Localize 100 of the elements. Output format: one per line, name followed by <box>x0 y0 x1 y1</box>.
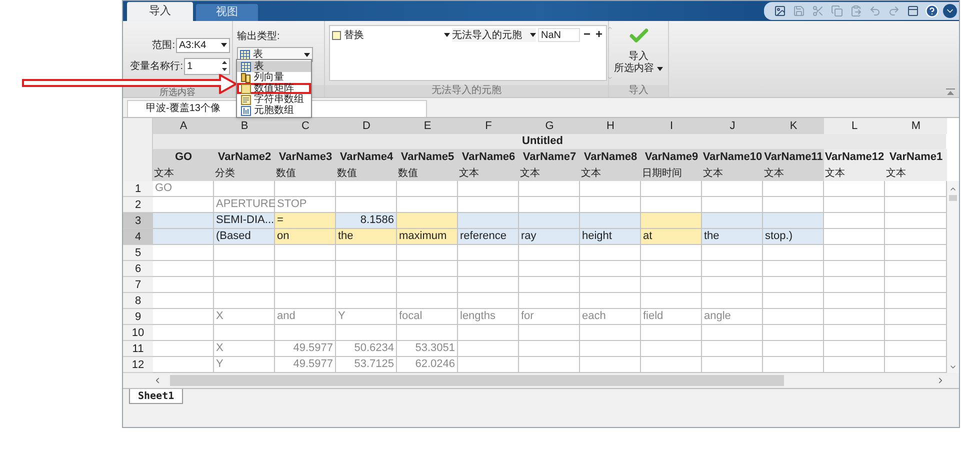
row-number[interactable]: 1 <box>123 181 153 197</box>
column-type-dropdown[interactable]: 分类 <box>214 166 275 181</box>
row-number[interactable]: 5 <box>123 245 153 261</box>
column-type-dropdown[interactable]: 文本 <box>580 166 641 181</box>
help-icon[interactable] <box>924 4 939 18</box>
table-cell <box>458 293 519 309</box>
column-type-dropdown[interactable]: 文本 <box>885 166 947 181</box>
variable-name[interactable]: GO <box>153 149 214 166</box>
sheet-tab[interactable]: Sheet1 <box>129 389 184 404</box>
column-letter[interactable]: H <box>580 118 641 134</box>
scroll-down-icon[interactable] <box>949 363 957 371</box>
row-number[interactable]: 6 <box>123 261 153 277</box>
variable-name[interactable]: VarName3 <box>275 149 336 166</box>
column-letter[interactable]: D <box>336 118 397 134</box>
variable-name[interactable]: VarName2 <box>214 149 275 166</box>
replacement-field[interactable]: NaN <box>538 28 580 42</box>
table-cell: X <box>214 309 275 325</box>
column-type-dropdown[interactable]: 文本 <box>519 166 580 181</box>
scroll-up-icon[interactable] <box>949 185 957 193</box>
menu-item[interactable]: 表 <box>237 61 311 72</box>
scroll-thumb[interactable] <box>949 195 957 201</box>
vertical-scrollbar[interactable] <box>947 181 959 373</box>
row-number[interactable]: 3 <box>123 213 153 229</box>
row-number[interactable]: 2 <box>123 197 153 213</box>
row-number[interactable]: 8 <box>123 293 153 309</box>
target-dropdown[interactable]: 无法导入的元胞 <box>452 28 536 42</box>
column-letter[interactable]: I <box>641 118 702 134</box>
ribbon-tab[interactable]: 导入 <box>127 2 193 21</box>
table-cell: height <box>580 229 641 245</box>
collapse-ribbon-icon[interactable] <box>946 88 955 96</box>
column-letter[interactable]: C <box>275 118 336 134</box>
table-cell <box>275 325 336 341</box>
menu-item[interactable]: 数值矩阵 <box>237 83 311 94</box>
toolbar-icon[interactable] <box>772 4 787 18</box>
menu-item[interactable]: 列向量 <box>237 72 311 83</box>
column-type-dropdown[interactable]: 文本 <box>153 166 214 181</box>
scroll-left-icon[interactable] <box>153 376 162 385</box>
table-cell <box>397 261 458 277</box>
row-number[interactable]: 7 <box>123 277 153 293</box>
column-letter[interactable]: E <box>397 118 458 134</box>
section-label: 所选内容 <box>160 88 196 97</box>
variable-name[interactable]: VarName12 <box>824 149 885 166</box>
table-cell <box>214 293 275 309</box>
ribbon-tab[interactable]: 视图 <box>196 4 258 21</box>
table-cell <box>519 261 580 277</box>
dropdown-icon[interactable] <box>943 4 957 18</box>
column-type-dropdown[interactable]: 日期时间 <box>641 166 702 181</box>
variable-name[interactable]: VarName7 <box>519 149 580 166</box>
column-type-dropdown[interactable]: 文本 <box>458 166 519 181</box>
add-rule-button[interactable]: + <box>594 28 604 40</box>
action-dropdown[interactable]: 替换 <box>332 28 450 42</box>
column-type-dropdown[interactable]: 数值 <box>336 166 397 181</box>
table-cell <box>580 261 641 277</box>
variable-name[interactable]: VarName5 <box>397 149 458 166</box>
horizontal-scrollbar[interactable] <box>123 373 959 388</box>
remove-rule-button[interactable]: − <box>582 28 592 40</box>
table-cell <box>885 261 947 277</box>
column-letter[interactable]: L <box>824 118 885 134</box>
column-letter[interactable]: M <box>885 118 947 134</box>
varname-row-spinner[interactable]: 1 <box>184 58 230 74</box>
column-letter[interactable]: A <box>153 118 214 134</box>
row-number[interactable]: 9 <box>123 309 153 325</box>
variable-name[interactable]: VarName9 <box>641 149 702 166</box>
table-cell <box>763 245 824 261</box>
table-cell <box>397 325 458 341</box>
column-type-dropdown[interactable]: 文本 <box>702 166 763 181</box>
table-cell <box>458 261 519 277</box>
column-letter[interactable]: J <box>702 118 763 134</box>
import-selection-button[interactable]: 导入 所选内容 <box>609 21 668 85</box>
column-type-dropdown[interactable]: 数值 <box>397 166 458 181</box>
column-type-dropdown[interactable]: 文本 <box>824 166 885 181</box>
column-letter[interactable]: B <box>214 118 275 134</box>
variable-name[interactable]: VarName1 <box>885 149 947 166</box>
column-type-dropdown[interactable]: 文本 <box>763 166 824 181</box>
menu-item[interactable]: 元胞数组 <box>237 105 311 116</box>
variable-name[interactable]: VarName6 <box>458 149 519 166</box>
scroll-right-icon[interactable] <box>936 376 945 385</box>
table-cell <box>336 245 397 261</box>
table-cell <box>153 261 214 277</box>
row-number[interactable]: 4 <box>123 229 153 245</box>
variable-name[interactable]: VarName10 <box>702 149 763 166</box>
row-number[interactable]: 12 <box>123 357 153 373</box>
table-cell: stop.) <box>763 229 824 245</box>
column-type-dropdown[interactable]: 数值 <box>275 166 336 181</box>
row-number[interactable]: 10 <box>123 325 153 341</box>
range-field[interactable]: A3:K4 <box>176 38 230 52</box>
toolbar-icon[interactable] <box>905 4 920 18</box>
variable-name[interactable]: VarName4 <box>336 149 397 166</box>
table-cell: the <box>336 229 397 245</box>
table-cell <box>580 325 641 341</box>
table-cell: the <box>702 229 763 245</box>
row-number[interactable]: 11 <box>123 341 153 357</box>
variable-name[interactable]: VarName8 <box>580 149 641 166</box>
table-cell: lengths <box>458 309 519 325</box>
table-cell <box>885 245 947 261</box>
variable-name[interactable]: VarName11 <box>763 149 824 166</box>
table-cell <box>702 325 763 341</box>
column-letter[interactable]: G <box>519 118 580 134</box>
column-letter[interactable]: F <box>458 118 519 134</box>
column-letter[interactable]: K <box>763 118 824 134</box>
